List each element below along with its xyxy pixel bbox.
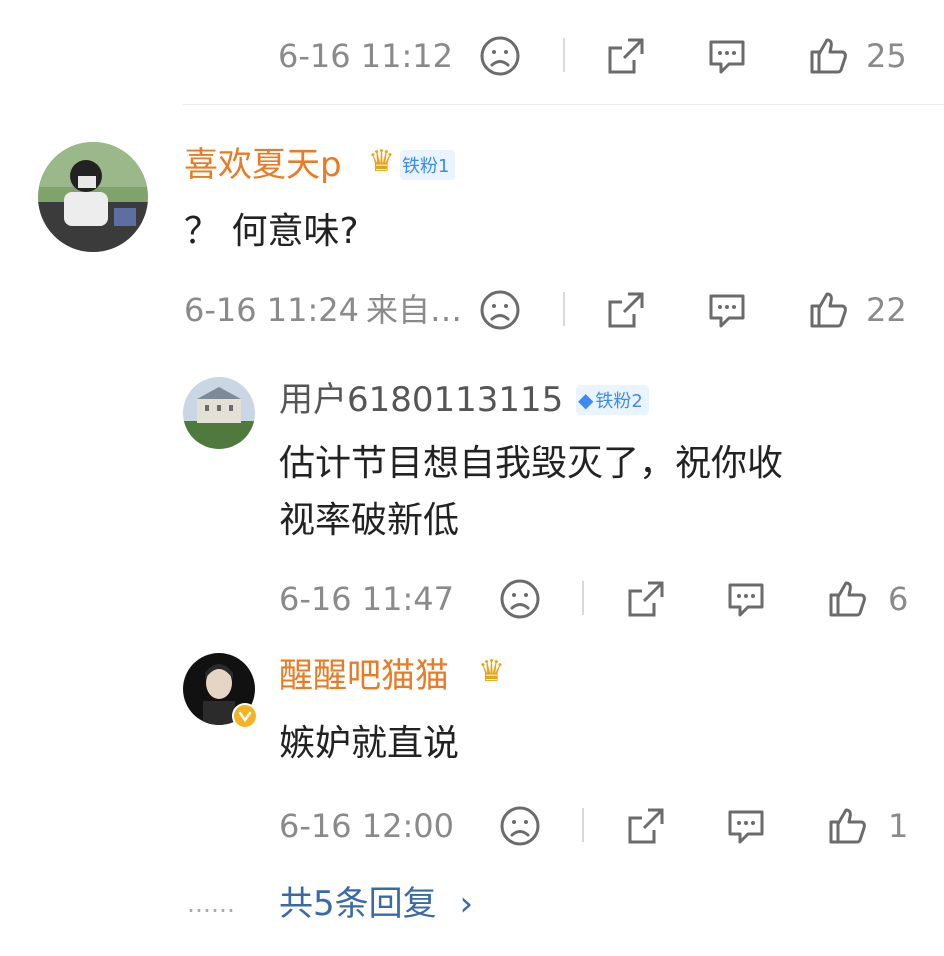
like-count: 22: [866, 291, 907, 329]
like-count: 6: [888, 580, 909, 618]
top-timestamp: 6-16 11:12: [278, 37, 454, 75]
verified-icon: [232, 703, 258, 729]
badge-label: 铁粉2: [595, 391, 643, 412]
reply-username[interactable]: 醒醒吧猫猫: [279, 656, 449, 696]
share-icon[interactable]: [624, 804, 668, 848]
crown-icon: ♛: [368, 144, 395, 179]
separator: [563, 38, 565, 72]
reply-timestamp: 6-16 11:47: [279, 580, 455, 618]
reply-text-line1: 估计节目想自我毁灭了，祝你收: [279, 443, 784, 484]
like-count: 25: [866, 37, 907, 75]
sad-face-icon[interactable]: [478, 288, 522, 332]
separator: [582, 808, 584, 842]
thumbs-up-icon[interactable]: [825, 577, 869, 621]
chevron-right-icon: ›: [459, 884, 474, 924]
comment-timestamp: 6-16 11:24: [184, 291, 360, 329]
avatar[interactable]: [183, 377, 255, 449]
crown-icon: ♛: [478, 654, 505, 689]
separator: [563, 292, 565, 326]
share-icon[interactable]: [604, 34, 648, 78]
comment-icon[interactable]: [724, 577, 768, 621]
sad-face-icon[interactable]: [498, 804, 542, 848]
more-replies-label: 共5条回复: [279, 884, 437, 924]
separator: [582, 581, 584, 615]
reply-username[interactable]: 用户6180113115: [279, 380, 563, 420]
more-replies-link[interactable]: 共5条回复 ›: [279, 884, 473, 924]
divider: [183, 104, 944, 105]
share-icon[interactable]: [604, 288, 648, 332]
thumbs-up-icon[interactable]: [825, 804, 869, 848]
thumbs-up-icon[interactable]: [806, 34, 850, 78]
fan-badge: 铁粉1: [400, 150, 456, 180]
badge-label: 铁粉1: [402, 156, 450, 177]
sad-face-icon[interactable]: [478, 34, 522, 78]
share-icon[interactable]: [624, 577, 668, 621]
fan-badge: ◆ 铁粉2: [576, 385, 649, 415]
reply-text-line2: 视率破新低: [279, 500, 460, 541]
more-dots: ……: [187, 890, 235, 918]
diamond-icon: ◆: [578, 388, 594, 412]
reply-text: 嫉妒就直说: [279, 723, 460, 764]
avatar[interactable]: [38, 142, 148, 252]
thumbs-up-icon[interactable]: [806, 288, 850, 332]
reply-timestamp: 6-16 12:00: [279, 807, 455, 845]
comment-icon[interactable]: [705, 34, 749, 78]
sad-face-icon[interactable]: [498, 577, 542, 621]
comment-icon[interactable]: [705, 288, 749, 332]
username[interactable]: 喜欢夏天p: [184, 145, 342, 185]
comment-text: ？ 何意味?: [184, 211, 359, 252]
like-count: 1: [888, 807, 909, 845]
comment-icon[interactable]: [724, 804, 768, 848]
comment-source[interactable]: 来自…: [366, 292, 462, 328]
